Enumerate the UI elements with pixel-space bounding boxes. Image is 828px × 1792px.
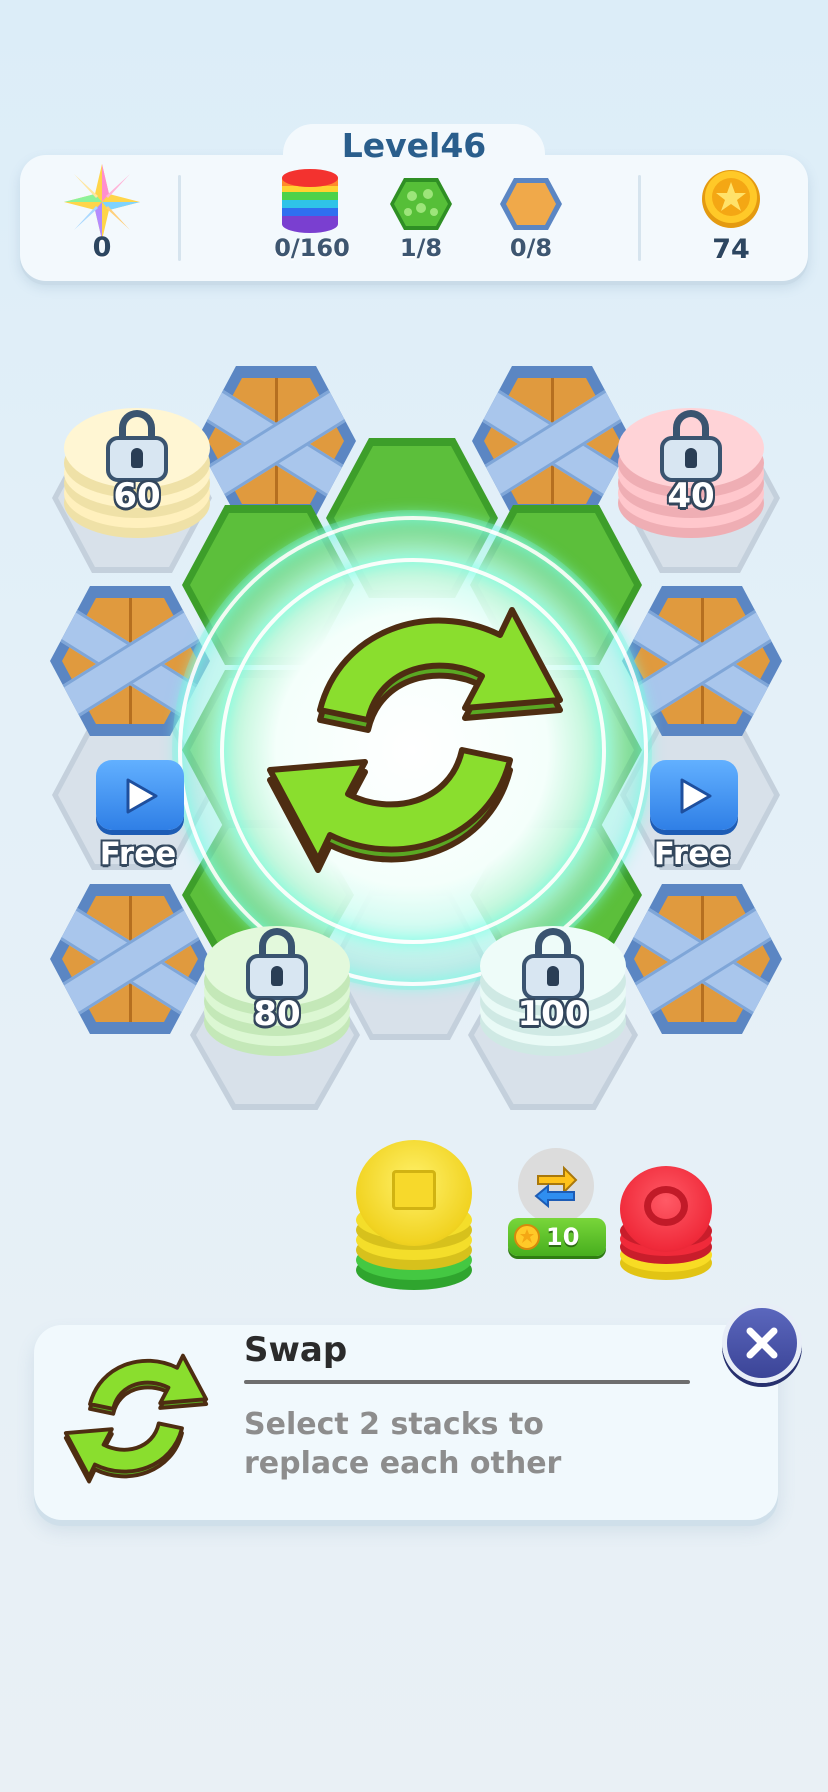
tray-stack-red[interactable] xyxy=(620,1166,712,1282)
locked-stack-60[interactable]: 60 xyxy=(64,408,210,538)
goal-clover-value: 1/8 xyxy=(399,234,443,262)
square-icon xyxy=(392,1170,436,1210)
hud-divider-right xyxy=(638,175,641,261)
swap-icon-large xyxy=(267,607,563,873)
lock-icon xyxy=(522,928,584,1000)
goal-wood-value: 0/8 xyxy=(509,234,553,262)
star-icon xyxy=(64,164,140,240)
play-icon xyxy=(680,778,712,814)
lock-icon xyxy=(660,410,722,482)
coin-icon xyxy=(514,1224,540,1250)
free-video-button-left[interactable] xyxy=(96,760,184,830)
lock-icon xyxy=(106,410,168,482)
panel-title: Swap xyxy=(244,1330,348,1370)
lock-icon xyxy=(246,928,308,1000)
panel-description: Select 2 stacks to replace each other xyxy=(244,1407,562,1481)
goal-stacks-value: 0/160 xyxy=(274,234,350,262)
clover-hex-icon xyxy=(390,178,452,230)
wood-hex-icon xyxy=(500,178,562,230)
locked-stack-100[interactable]: 100 xyxy=(480,926,626,1056)
play-icon xyxy=(126,778,158,814)
swap-cost-badge: 10 xyxy=(508,1218,606,1256)
locked-stack-80[interactable]: 80 xyxy=(204,926,350,1056)
rainbow-stack-icon xyxy=(282,169,338,233)
crate-tile xyxy=(472,366,632,516)
level-title: Level46 xyxy=(341,126,487,165)
swap-icon-small xyxy=(63,1353,209,1484)
free-label-left: Free xyxy=(99,836,177,872)
close-button[interactable] xyxy=(722,1303,802,1383)
crate-tile xyxy=(50,884,210,1034)
crate-tile xyxy=(622,884,782,1034)
panel-divider xyxy=(244,1380,690,1384)
swap-arrows-icon xyxy=(534,1165,578,1209)
score-value: 0 xyxy=(92,232,112,263)
locked-stack-40[interactable]: 40 xyxy=(618,408,764,538)
free-video-button-right[interactable] xyxy=(650,760,738,830)
ring-icon xyxy=(644,1186,688,1226)
swap-toggle-button[interactable] xyxy=(518,1148,594,1224)
hud-divider-left xyxy=(178,175,181,261)
coin-count: 74 xyxy=(712,234,750,265)
crate-tile xyxy=(196,366,356,516)
close-icon xyxy=(746,1327,778,1359)
coin-icon xyxy=(702,170,760,228)
free-label-right: Free xyxy=(653,836,731,872)
tray-stack-yellow[interactable] xyxy=(356,1140,472,1290)
